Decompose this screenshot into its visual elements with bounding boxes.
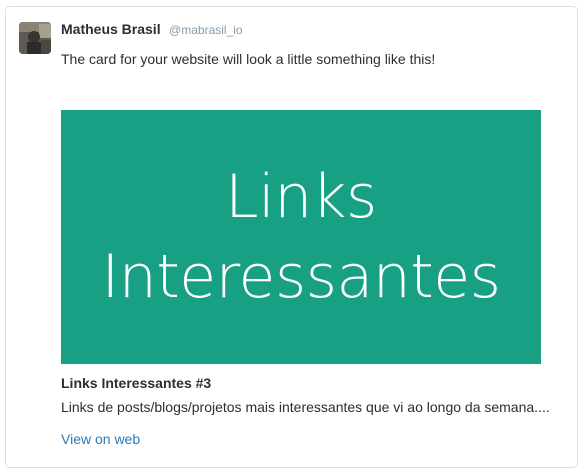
tweet-text: The card for your website will look a li… [61, 51, 436, 67]
author-name[interactable]: Matheus Brasil [61, 21, 161, 37]
tweet-header: Matheus Brasil @mabrasil_io [61, 21, 243, 39]
view-on-web-link[interactable]: View on web [61, 431, 140, 447]
avatar[interactable] [19, 22, 51, 54]
card-image[interactable]: Links Interessantes [61, 110, 541, 364]
card-description: Links de posts/blogs/projetos mais inter… [61, 399, 550, 415]
card-image-text-line2: Interessantes [101, 242, 501, 312]
card-image-text-line1: Links [225, 162, 377, 232]
author-handle[interactable]: @mabrasil_io [169, 23, 243, 37]
card-title[interactable]: Links Interessantes #3 [61, 375, 211, 391]
tweet-card: Matheus Brasil @mabrasil_io The card for… [5, 6, 578, 468]
